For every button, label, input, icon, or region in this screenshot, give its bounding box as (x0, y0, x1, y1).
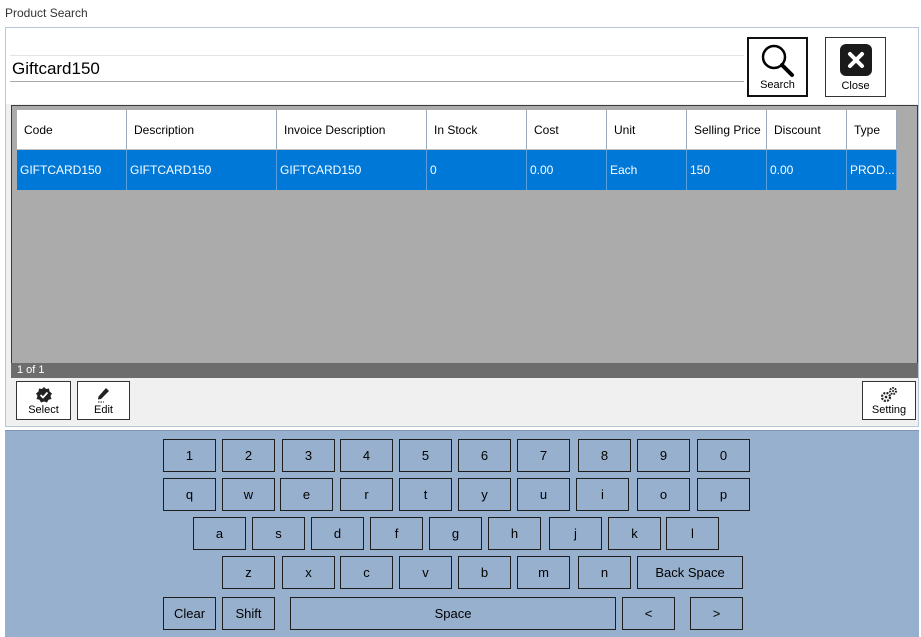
on-screen-keyboard: 1 2 3 4 5 6 7 8 9 0 q w e r t y u i o p … (5, 430, 919, 637)
cell-type: PROD... (847, 150, 897, 190)
column-header-cost[interactable]: Cost (527, 110, 607, 150)
cell-description: GIFTCARD150 (127, 150, 277, 190)
key-left-arrow[interactable]: < (622, 597, 675, 630)
search-button[interactable]: Search (747, 37, 808, 97)
key-0[interactable]: 0 (697, 439, 750, 472)
cell-invoice-description: GIFTCARD150 (277, 150, 427, 190)
cell-selling-price: 150 (687, 150, 767, 190)
key-h[interactable]: h (488, 517, 541, 550)
cell-discount: 0.00 (767, 150, 847, 190)
key-c[interactable]: c (340, 556, 393, 589)
key-l[interactable]: l (666, 517, 719, 550)
key-e[interactable]: e (280, 478, 333, 511)
key-f[interactable]: f (370, 517, 423, 550)
select-button[interactable]: Select (16, 381, 71, 420)
key-j[interactable]: j (549, 517, 602, 550)
product-grid[interactable]: Code Description Invoice Description In … (11, 105, 918, 377)
column-header-type[interactable]: Type (847, 110, 897, 150)
cell-code: GIFTCARD150 (17, 150, 127, 190)
key-s[interactable]: s (252, 517, 305, 550)
key-right-arrow[interactable]: > (690, 597, 743, 630)
main-panel: Search Close Code Description Invoice De… (5, 27, 919, 427)
key-t[interactable]: t (399, 478, 452, 511)
close-button-label: Close (841, 80, 870, 92)
key-i[interactable]: i (576, 478, 629, 511)
key-7[interactable]: 7 (517, 439, 570, 472)
key-o[interactable]: o (637, 478, 690, 511)
key-d[interactable]: d (311, 517, 364, 550)
key-n[interactable]: n (578, 556, 631, 589)
check-badge-icon (17, 386, 70, 404)
column-header-invoice-description[interactable]: Invoice Description (277, 110, 427, 150)
key-x[interactable]: x (282, 556, 335, 589)
key-y[interactable]: y (458, 478, 511, 511)
grid-table: Code Description Invoice Description In … (17, 110, 897, 190)
cell-unit: Each (607, 150, 687, 190)
key-3[interactable]: 3 (282, 439, 335, 472)
key-q[interactable]: q (163, 478, 216, 511)
edit-button[interactable]: Edit (77, 381, 130, 420)
grid-header-row: Code Description Invoice Description In … (17, 110, 897, 150)
cell-cost: 0.00 (527, 150, 607, 190)
key-p[interactable]: p (697, 478, 750, 511)
pager-status: 1 of 1 (11, 363, 918, 378)
key-8[interactable]: 8 (578, 439, 631, 472)
cell-in-stock: 0 (427, 150, 527, 190)
gears-icon (863, 386, 915, 404)
key-u[interactable]: u (517, 478, 570, 511)
table-row[interactable]: GIFTCARD150 GIFTCARD150 GIFTCARD150 0 0.… (17, 150, 897, 190)
setting-button[interactable]: Setting (862, 381, 916, 420)
key-6[interactable]: 6 (458, 439, 511, 472)
search-input[interactable] (10, 55, 744, 82)
key-m[interactable]: m (517, 556, 570, 589)
key-b[interactable]: b (458, 556, 511, 589)
key-v[interactable]: v (399, 556, 452, 589)
key-a[interactable]: a (193, 517, 246, 550)
key-space[interactable]: Space (290, 597, 616, 630)
window-title: Product Search (5, 6, 88, 20)
select-button-label: Select (28, 404, 59, 416)
search-icon (749, 43, 806, 79)
search-bar: Search Close (6, 28, 918, 104)
search-button-label: Search (760, 79, 795, 91)
column-header-in-stock[interactable]: In Stock (427, 110, 527, 150)
column-header-discount[interactable]: Discount (767, 110, 847, 150)
key-clear[interactable]: Clear (163, 597, 216, 630)
key-4[interactable]: 4 (340, 439, 393, 472)
column-header-code[interactable]: Code (17, 110, 127, 150)
edit-pencil-icon (78, 386, 129, 404)
key-9[interactable]: 9 (637, 439, 690, 472)
column-header-description[interactable]: Description (127, 110, 277, 150)
key-g[interactable]: g (429, 517, 482, 550)
column-header-selling-price[interactable]: Selling Price (687, 110, 767, 150)
key-w[interactable]: w (222, 478, 275, 511)
key-z[interactable]: z (222, 556, 275, 589)
close-icon (826, 42, 885, 78)
key-2[interactable]: 2 (222, 439, 275, 472)
key-backspace[interactable]: Back Space (637, 556, 743, 589)
key-k[interactable]: k (608, 517, 661, 550)
key-r[interactable]: r (340, 478, 393, 511)
key-1[interactable]: 1 (163, 439, 216, 472)
close-button[interactable]: Close (825, 37, 886, 97)
setting-button-label: Setting (871, 404, 907, 416)
key-5[interactable]: 5 (399, 439, 452, 472)
column-header-unit[interactable]: Unit (607, 110, 687, 150)
edit-button-label: Edit (94, 404, 113, 416)
key-shift[interactable]: Shift (222, 597, 275, 630)
